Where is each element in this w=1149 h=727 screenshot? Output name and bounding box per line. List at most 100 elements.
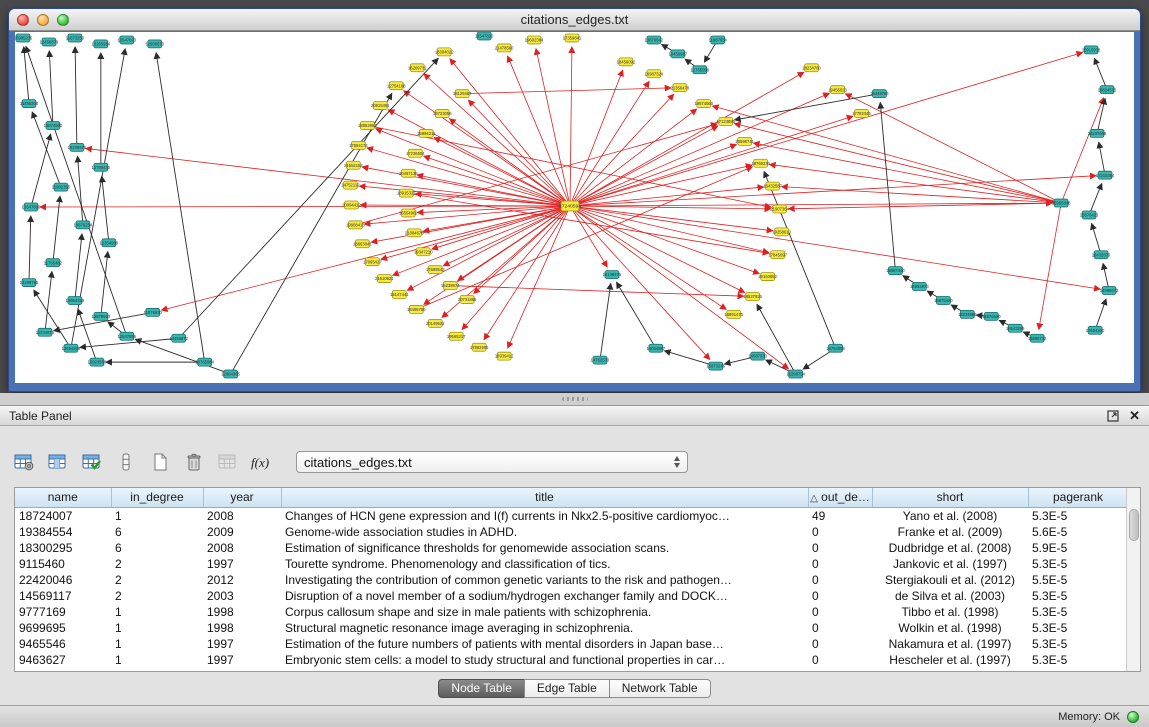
graph-node[interactable]: 15698732	[1028, 334, 1047, 342]
graph-node[interactable]: 12984365	[221, 370, 240, 378]
graph-node[interactable]: 21084675	[405, 229, 424, 237]
column-header-pagerank[interactable]: pagerank	[1028, 488, 1128, 507]
graph-node[interactable]: 14752112	[341, 181, 360, 189]
graph-node[interactable]: 11547820	[475, 32, 494, 40]
graph-node[interactable]: 13298765	[20, 279, 39, 287]
graph-node[interactable]: 17782345	[852, 110, 871, 118]
graph-node[interactable]: 16298754	[786, 370, 805, 378]
table-row[interactable]: 969969511998Structural magnetic resonanc…	[15, 620, 1128, 636]
graph-node[interactable]: 18234760	[802, 64, 821, 72]
row-height-icon[interactable]	[112, 449, 140, 475]
graph-node[interactable]: 12765098	[690, 66, 709, 74]
graph-node[interactable]: 11987654	[709, 36, 728, 44]
graph-node[interactable]: 16054987	[647, 344, 666, 352]
graph-node[interactable]: 15234986	[958, 310, 977, 318]
column-header-short[interactable]: short	[872, 488, 1028, 507]
graph-node[interactable]: 17845097	[768, 251, 787, 259]
tab-node-table[interactable]: Node Table	[438, 679, 525, 698]
graph-node[interactable]: 15873246	[706, 362, 725, 370]
graph-node[interactable]: 16543298	[1006, 324, 1025, 332]
graph-node[interactable]: 12765430	[92, 163, 111, 171]
close-panel-button[interactable]: ✕	[1129, 410, 1140, 422]
graph-node[interactable]: 13876542	[645, 36, 664, 44]
graph-node[interactable]: 18125487	[453, 90, 472, 98]
table-row[interactable]: 977716911998Corpus callosum shape and si…	[15, 604, 1128, 620]
graph-node[interactable]: 13654209	[62, 344, 81, 352]
new-column-icon[interactable]	[146, 449, 174, 475]
graph-node[interactable]: 17123895	[716, 118, 735, 126]
graph-node[interactable]: 19908413	[346, 221, 365, 229]
graph-node[interactable]: 20467138	[399, 169, 418, 177]
graph-node[interactable]: 17698543	[426, 266, 445, 274]
graph-node[interactable]: 21907364	[770, 205, 789, 213]
graph-node[interactable]: 16939412	[495, 352, 514, 360]
graph-node[interactable]: 16875420	[934, 296, 953, 304]
graph-node[interactable]: 18852982	[358, 121, 377, 129]
network-canvas[interactable]: 1724059418304022162097311275418820815491…	[15, 32, 1134, 383]
graph-node[interactable]: 16824530	[1098, 86, 1117, 94]
graph-node[interactable]: 18304022	[435, 48, 454, 56]
graph-node[interactable]: 10765984	[195, 358, 214, 366]
graph-node[interactable]: 16448794	[870, 90, 889, 98]
graph-node[interactable]: 16209731	[408, 64, 427, 72]
graph-node[interactable]: 16554902	[399, 209, 418, 217]
column-header-title[interactable]: title	[281, 488, 808, 507]
graph-node[interactable]: 15764098	[826, 344, 845, 352]
minimize-button[interactable]	[37, 14, 49, 26]
graph-node[interactable]: 18495756	[407, 305, 426, 313]
graph-node[interactable]: 17359841	[563, 34, 582, 42]
graph-node[interactable]: 15915938	[1082, 46, 1101, 54]
apply-values-icon[interactable]	[78, 449, 106, 475]
graph-node[interactable]: 11234875	[36, 328, 55, 336]
graph-node[interactable]: 19258613	[772, 228, 791, 236]
split-divider[interactable]	[0, 393, 1149, 405]
graph-node[interactable]: 16432587	[763, 182, 782, 190]
graph-node[interactable]: 20163852	[758, 273, 777, 281]
graph-node[interactable]: 12938570	[145, 40, 164, 48]
graph-node[interactable]: 10876234	[74, 221, 93, 229]
graph-node[interactable]: 19602384	[525, 36, 544, 44]
graph-node[interactable]: 10985236	[15, 34, 33, 42]
column-header-in_degree[interactable]: in_degree	[111, 488, 203, 507]
graph-node[interactable]: 15894211	[417, 129, 436, 137]
graph-node[interactable]: 15995848	[1052, 199, 1071, 207]
graph-node[interactable]: 21552152	[344, 161, 363, 169]
graph-node[interactable]: 20094412	[342, 201, 361, 209]
graph-node[interactable]: 13265984	[92, 40, 111, 48]
table-row[interactable]: 1938455462009Genome-wide association stu…	[15, 524, 1128, 540]
graph-node[interactable]: 15238974	[441, 282, 460, 290]
show-columns-icon[interactable]	[44, 449, 72, 475]
graph-node[interactable]: 14985672	[1100, 287, 1119, 295]
graph-node[interactable]: 12354908	[100, 239, 119, 247]
graph-node[interactable]: 14237659	[1088, 129, 1107, 137]
zoom-button[interactable]	[57, 14, 69, 26]
graph-node[interactable]: 10456987	[669, 50, 688, 58]
graph-node[interactable]: 19874560	[694, 100, 713, 108]
scrollbar-thumb[interactable]	[1129, 509, 1139, 541]
delete-column-icon[interactable]	[180, 449, 208, 475]
graph-node[interactable]: 21356478	[671, 84, 690, 92]
graph-node[interactable]: 14762530	[591, 356, 610, 364]
graph-node[interactable]: 18456092	[617, 58, 636, 66]
column-header-year[interactable]: year	[203, 488, 281, 507]
graph-node[interactable]: 17654320	[1086, 326, 1105, 334]
graph-node[interactable]: 20815491	[371, 102, 390, 110]
graph-node[interactable]: 10547823	[118, 36, 137, 44]
graph-node[interactable]: 20731865	[458, 295, 477, 303]
graph-node[interactable]: 21610921	[375, 275, 394, 283]
graph-node[interactable]: 12754188	[387, 82, 406, 90]
graph-node[interactable]: 11876530	[144, 308, 163, 316]
graph-node[interactable]: 15138475	[603, 271, 622, 279]
graph-node[interactable]: 17065427	[363, 258, 382, 266]
graph-node[interactable]: 16987324	[645, 70, 664, 78]
graph-node[interactable]: 19723056	[433, 110, 452, 118]
table-row[interactable]: 1872400712008Changes of HCN gene express…	[15, 507, 1128, 524]
table-row[interactable]: 1456911722003Disruption of a novel membe…	[15, 588, 1128, 604]
graph-node[interactable]: 19565217	[447, 332, 466, 340]
table-row[interactable]: 2242004622012Investigating the contribut…	[15, 572, 1128, 588]
graph-node[interactable]: 10238975	[68, 143, 87, 151]
graph-node[interactable]: 15876423	[1080, 211, 1099, 219]
graph-node[interactable]: 18769230	[751, 159, 770, 167]
graph-node[interactable]: 14876520	[982, 312, 1001, 320]
graph-node[interactable]: 10654329	[66, 296, 85, 304]
